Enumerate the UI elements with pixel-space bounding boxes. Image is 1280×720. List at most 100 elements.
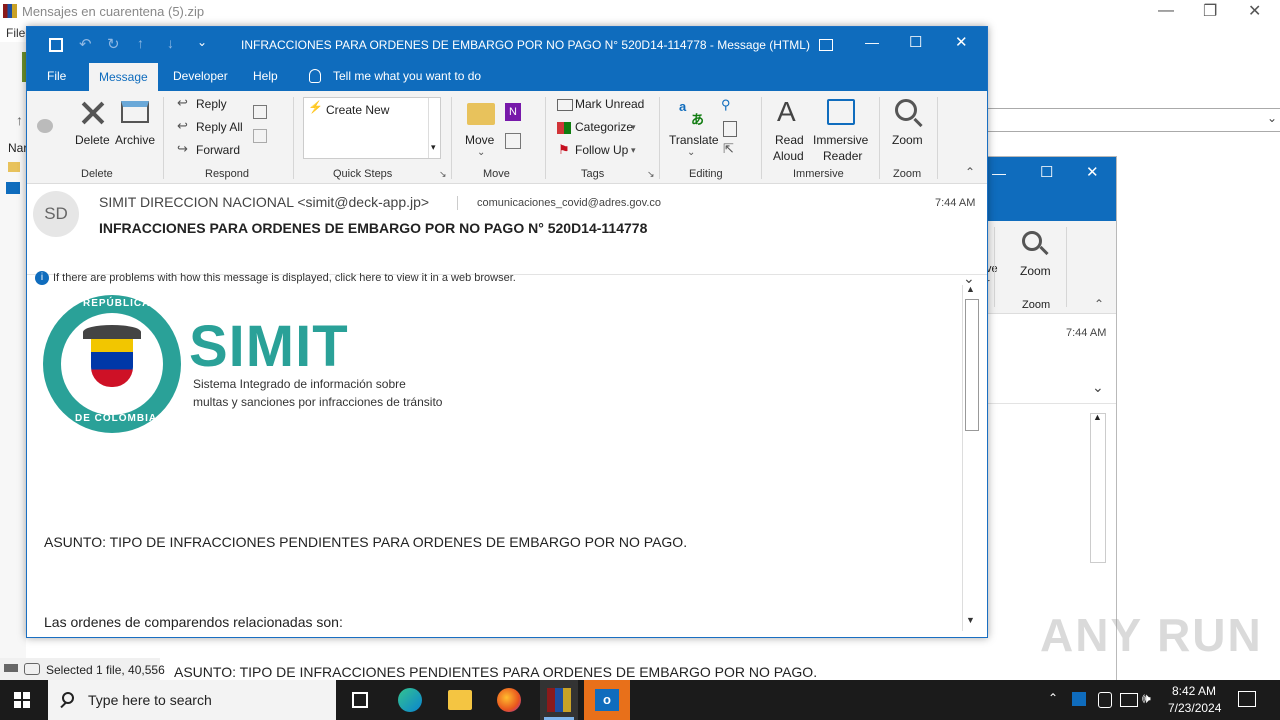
read-aloud-button-line1[interactable]: Read	[775, 133, 804, 147]
taskbar-search[interactable]: Type here to search	[48, 680, 336, 720]
second-window-scrollbar[interactable]: ▲	[1090, 412, 1106, 563]
firefox-icon[interactable]	[497, 688, 521, 712]
related-icon[interactable]	[723, 121, 737, 137]
chevron-down-icon[interactable]: ⌄	[1267, 111, 1277, 125]
maximize-icon[interactable]: ☐	[1040, 163, 1053, 181]
create-new-quickstep[interactable]: Create New	[326, 103, 389, 117]
ignore-icon[interactable]	[37, 119, 53, 133]
collapse-ribbon-icon[interactable]: ⌃	[965, 165, 975, 179]
forward-icon: ↪	[177, 141, 188, 156]
translate-button[interactable]: Translate	[669, 133, 719, 147]
chevron-down-icon[interactable]: ▾	[631, 122, 636, 133]
outlook-taskbar-button[interactable]: o	[584, 680, 630, 720]
tab-message[interactable]: Message	[89, 63, 158, 91]
next-item-icon[interactable]: ↓	[167, 35, 174, 51]
menu-file[interactable]: File	[6, 26, 25, 40]
delete-button[interactable]: Delete	[75, 133, 110, 147]
redo-icon[interactable]: ↻	[107, 35, 120, 53]
read-aloud-button-line2[interactable]: Aloud	[773, 149, 804, 163]
customize-toolbar-icon[interactable]: ⌄	[197, 35, 207, 49]
gallery-scroll[interactable]: ▾	[428, 98, 440, 158]
move-folder-icon	[467, 103, 495, 125]
up-arrow-icon[interactable]: ↑	[16, 112, 23, 128]
outlook-tray-icon[interactable]	[1072, 692, 1086, 706]
close-icon[interactable]: ✕	[955, 33, 968, 51]
previous-item-icon[interactable]: ↑	[137, 35, 144, 51]
scroll-thumb[interactable]	[965, 299, 979, 431]
immersive-reader-button-line1[interactable]: Immersive	[813, 133, 868, 147]
edge-icon[interactable]	[398, 688, 422, 712]
reply-all-button[interactable]: Reply All	[196, 120, 243, 134]
avatar[interactable]: SD	[33, 191, 79, 237]
ribbon-tabs: File Message Developer Help Tell me what…	[27, 63, 987, 91]
second-window-ribbon: ve r Zoom Zoom ⌃	[986, 221, 1116, 314]
save-icon[interactable]	[49, 38, 63, 52]
more-respond-icon[interactable]	[253, 129, 267, 143]
tray-app-icon[interactable]	[1098, 692, 1112, 708]
zoom-icon	[895, 99, 917, 121]
translate-icon: a あ	[679, 99, 705, 127]
volume-icon[interactable]: 🕪	[1142, 690, 1151, 707]
ribbon-separator	[163, 97, 164, 179]
mark-unread-button[interactable]: Mark Unread	[575, 97, 644, 111]
message-scrollbar[interactable]: ▲ ▼	[962, 284, 980, 631]
scroll-up-icon[interactable]: ▲	[1093, 412, 1102, 422]
chevron-down-icon[interactable]: ⌄	[477, 147, 485, 158]
background-address-bar[interactable]: ⌄	[986, 108, 1280, 132]
clock-time[interactable]: 8:42 AM	[1172, 684, 1216, 698]
undo-icon[interactable]: ↶	[79, 35, 92, 53]
quick-steps-gallery[interactable]: ⚡ Create New ▾	[303, 97, 441, 159]
file-explorer-icon[interactable]	[448, 690, 472, 710]
winrar-taskbar-button[interactable]	[540, 680, 578, 720]
archive-button[interactable]: Archive	[115, 133, 155, 147]
chevron-down-icon[interactable]: ▾	[631, 145, 636, 156]
subject: INFRACCIONES PARA ORDENES DE EMBARGO POR…	[99, 220, 648, 236]
network-icon[interactable]	[1120, 693, 1138, 707]
ribbon-separator	[1066, 227, 1067, 307]
follow-up-button[interactable]: Follow Up	[575, 143, 628, 157]
collapse-ribbon-icon[interactable]: ⌃	[1094, 297, 1104, 311]
search-placeholder[interactable]: Type here to search	[88, 692, 212, 708]
message-window-title: INFRACCIONES PARA ORDENES DE EMBARGO POR…	[241, 38, 810, 52]
sender[interactable]: SIMIT DIRECCION NACIONAL <simit@deck-app…	[99, 194, 429, 210]
tell-me-search[interactable]: Tell me what you want to do	[333, 69, 481, 83]
close-icon[interactable]: ✕	[1086, 163, 1099, 181]
minimize-icon[interactable]: —	[992, 165, 1006, 181]
minimize-icon[interactable]: —	[865, 34, 879, 50]
recipient[interactable]: comunicaciones_covid@adres.gov.co	[477, 197, 661, 209]
reply-button[interactable]: Reply	[196, 97, 227, 111]
meeting-icon[interactable]	[253, 105, 267, 119]
categorize-button[interactable]: Categorize	[575, 120, 633, 134]
maximize-icon[interactable]: ☐	[909, 33, 922, 51]
zoom-button[interactable]: Zoom	[892, 133, 923, 147]
notifications-icon[interactable]	[1238, 691, 1256, 707]
dialog-launcher-icon[interactable]: ↘	[439, 169, 447, 180]
restore-icon[interactable]: ❐	[1203, 1, 1217, 21]
tab-file[interactable]: File	[47, 69, 66, 83]
dialog-launcher-icon[interactable]: ↘	[647, 169, 655, 180]
tab-developer[interactable]: Developer	[173, 69, 228, 83]
immersive-reader-button-line2[interactable]: Reader	[823, 149, 862, 163]
ribbon-separator	[545, 97, 546, 179]
ribbon-display-options-icon[interactable]	[819, 39, 833, 51]
onenote-icon[interactable]: N	[505, 103, 521, 121]
select-icon[interactable]: ⇱	[723, 141, 734, 157]
show-hidden-icons[interactable]: ⌃	[1048, 691, 1058, 705]
close-icon[interactable]: ✕	[1248, 1, 1261, 21]
move-button[interactable]: Move	[465, 133, 494, 147]
move-group-label: Move	[483, 168, 510, 180]
find-icon[interactable]: ⚲	[721, 97, 731, 113]
chevron-down-icon[interactable]: ⌄	[687, 147, 695, 158]
zoom-button[interactable]: Zoom	[1020, 264, 1051, 278]
gallery-more-icon[interactable]: ▾	[431, 142, 436, 153]
forward-button[interactable]: Forward	[196, 143, 240, 157]
rules-icon[interactable]	[505, 133, 521, 149]
tab-help[interactable]: Help	[253, 69, 278, 83]
windows-start-icon[interactable]	[14, 692, 30, 708]
expand-header-icon[interactable]: ⌄	[1092, 379, 1104, 396]
clock-date[interactable]: 7/23/2024	[1168, 701, 1221, 715]
minimize-icon[interactable]: —	[1158, 2, 1174, 20]
scroll-up-icon[interactable]: ▲	[966, 284, 975, 294]
task-view-icon[interactable]	[352, 692, 368, 708]
scroll-down-icon[interactable]: ▼	[966, 615, 975, 625]
